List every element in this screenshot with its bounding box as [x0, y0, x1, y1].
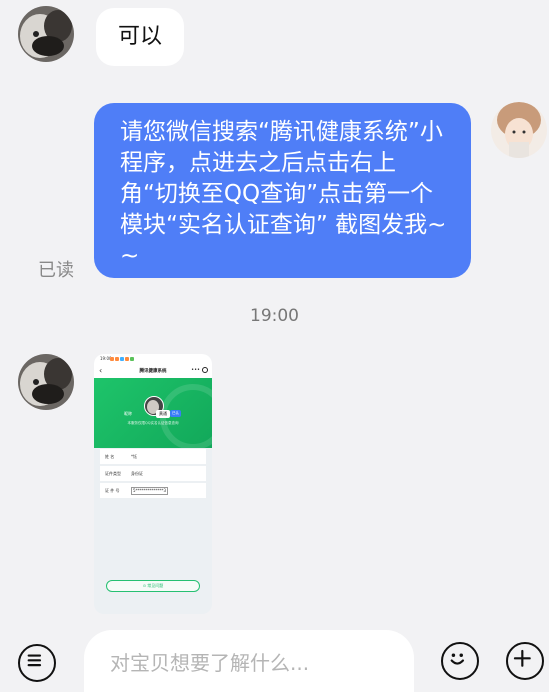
mini-verified-tag: 已认	[170, 410, 181, 417]
message-input[interactable]	[108, 648, 392, 678]
mini-info-row: 证件类型 身份证	[105, 471, 143, 476]
menu-lines-icon[interactable]	[18, 644, 56, 682]
message-input-container[interactable]	[84, 630, 414, 692]
mini-info-card: 证件类型 身份证	[100, 466, 206, 481]
outgoing-message-text: 请您微信搜索“腾讯健康系统”小程序，点进去之后点击右上角“切换至QQ查询”点击第…	[120, 119, 447, 269]
read-status: 已读	[38, 260, 74, 281]
cat-avatar-image	[18, 354, 74, 410]
input-bar	[0, 626, 549, 692]
self-avatar[interactable]	[491, 102, 547, 158]
plus-icon[interactable]	[506, 642, 544, 680]
mini-nav-bar: ‹ 腾讯健康系统 •••	[94, 364, 212, 378]
time-divider: 19:00	[250, 306, 299, 326]
more-dots-icon: •••	[191, 367, 200, 373]
outgoing-message-bubble[interactable]: 请您微信搜索“腾讯健康系统”小程序，点进去之后点击右上角“切换至QQ查询”点击第…	[94, 103, 471, 278]
mini-info-row: 证 件 号 5**************3	[105, 487, 169, 495]
contact-avatar[interactable]	[18, 6, 74, 62]
mini-info-card: 姓 名 *钰	[100, 449, 206, 464]
mini-info-row: 姓 名 *钰	[105, 454, 137, 459]
smiley-icon[interactable]	[441, 642, 479, 680]
mini-status-bar: 19:00	[94, 354, 212, 364]
mini-description: 本服务仅限QQ实名认证信息查询	[127, 421, 179, 425]
incoming-message-text: 可以	[118, 24, 163, 49]
incoming-message-bubble[interactable]: 可以	[96, 8, 185, 66]
mini-faq-button: ⊙ 常见问题	[106, 580, 200, 592]
mini-info-card: 证 件 号 5**************3	[100, 483, 206, 498]
mini-status-icons	[110, 357, 134, 361]
image-message-screenshot[interactable]: 19:00 ‹ 腾讯健康系统 ••• 昵称 黄通 已认 本服务仅限QQ实名认证信…	[94, 354, 212, 614]
mini-verified-name: 黄通	[156, 410, 170, 418]
girl-avatar-image	[491, 102, 547, 158]
cat-avatar-image	[18, 6, 74, 62]
close-target-icon	[202, 367, 208, 373]
mini-nickname-label: 昵称	[124, 411, 132, 416]
contact-avatar[interactable]	[18, 354, 74, 410]
